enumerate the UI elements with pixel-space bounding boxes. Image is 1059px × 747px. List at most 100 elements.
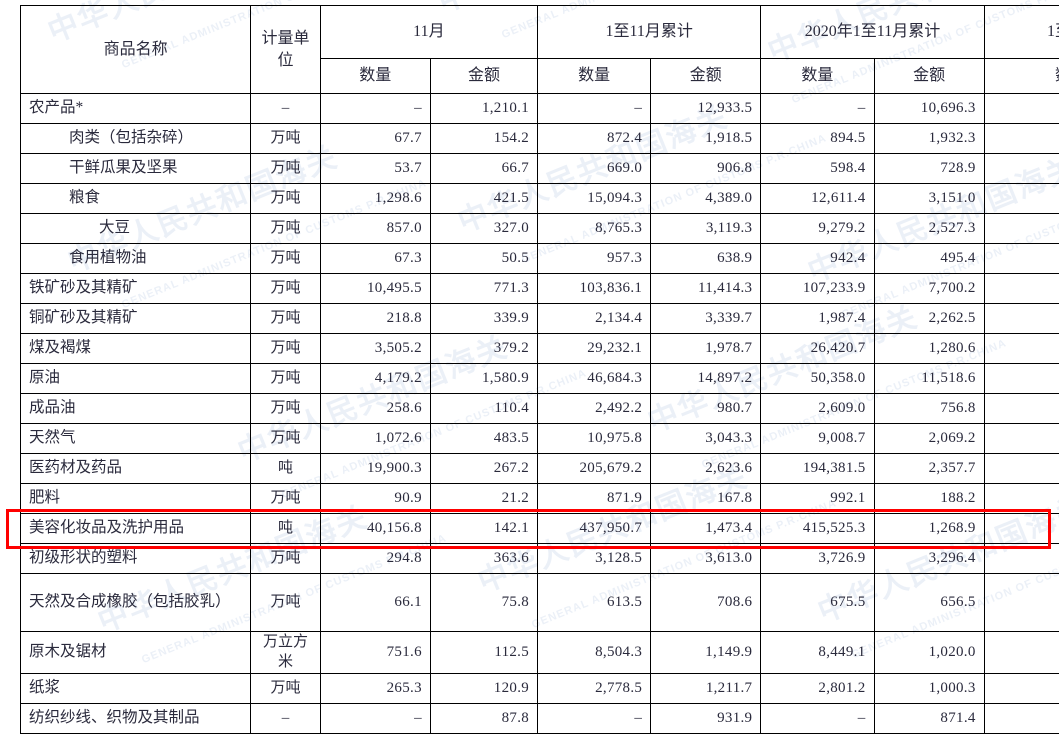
cell-cum-amount: 1,978.7 xyxy=(650,333,762,364)
table-row: 粮食 万吨 1,298.6 421.5 15,094.3 4,389.0 12,611.4 3… xyxy=(19,183,1059,214)
cell-next-column-cut xyxy=(983,273,1059,304)
header-group-cumulative: 1至11月累计 xyxy=(537,5,762,59)
cell-unit: 万吨 xyxy=(250,213,321,244)
cell-nov-amount: 363.6 xyxy=(429,543,539,574)
cell-nov-qty: 90.9 xyxy=(319,483,431,514)
cell-py-qty: 1,987.4 xyxy=(760,303,875,334)
table-row: 食用植物油 万吨 67.3 50.5 957.3 638.9 942.4 495.4 xyxy=(19,243,1059,274)
cell-cum-amount: 12,933.5 xyxy=(650,93,762,124)
cell-commodity-name: 食用植物油 xyxy=(19,243,252,274)
cell-commodity-name: 美容化妆品及洗护用品 xyxy=(19,513,252,544)
cell-nov-amount: 154.2 xyxy=(429,123,539,154)
cell-py-qty: 2,801.2 xyxy=(760,672,875,704)
cell-nov-amount: 771.3 xyxy=(429,273,539,304)
cell-cum-qty: 872.4 xyxy=(537,123,652,154)
header-group-next-cut: 1至 xyxy=(983,5,1059,59)
cell-nov-qty: 751.6 xyxy=(319,631,431,674)
cell-py-qty: 12,611.4 xyxy=(760,183,875,214)
cell-cum-amount: 1,149.9 xyxy=(650,631,762,674)
cell-py-amount: 2,262.5 xyxy=(873,303,985,334)
cell-next-column-cut xyxy=(983,573,1059,632)
cell-unit: 万吨 xyxy=(250,333,321,364)
cell-next-column-cut xyxy=(983,631,1059,674)
cell-py-amount: 1,268.9 xyxy=(873,513,985,544)
cell-py-amount: 1,000.3 xyxy=(873,672,985,704)
cell-py-amount: 188.2 xyxy=(873,483,985,514)
cell-py-amount: 871.4 xyxy=(873,702,985,734)
cell-next-column-cut xyxy=(983,183,1059,214)
cell-cum-qty: 10,975.8 xyxy=(537,423,652,454)
cell-unit: 万吨 xyxy=(250,303,321,334)
cell-py-amount: 495.4 xyxy=(873,243,985,274)
table-row: 纺织纱线、织物及其制品 – –87.8–931.9–871.4 xyxy=(19,702,1059,734)
cell-next-column-cut xyxy=(983,453,1059,484)
cell-unit: 万吨 xyxy=(250,363,321,394)
cell-cum-amount: 980.7 xyxy=(650,393,762,424)
table-row: 肉类（包括杂碎） 万吨 67.7 154.2 872.4 1,918.5 894.5 1,93… xyxy=(19,123,1059,154)
header-next-qty-cut: 数 xyxy=(983,58,1059,94)
cell-nov-qty: 66.1 xyxy=(319,573,431,632)
cell-next-column-cut xyxy=(983,303,1059,334)
table-row: 天然及合成橡胶（包括胶乳） 万吨 66.1 75.8 613.5 708.6 675.5 65… xyxy=(19,573,1059,632)
cell-unit: – xyxy=(250,702,321,734)
cell-next-column-cut xyxy=(983,93,1059,124)
cell-next-column-cut xyxy=(983,363,1059,394)
cell-py-qty: – xyxy=(760,702,875,734)
cell-nov-qty: 53.7 xyxy=(319,153,431,184)
header-row-groups: 商品名称 计量单位 11月 1至11月累计 2020年1至11月累计 1至 xyxy=(19,5,1059,94)
table-row: 铜矿砂及其精矿 万吨 218.8 339.9 2,134.4 3,339.7 1,987.4… xyxy=(19,303,1059,334)
cell-next-column-cut xyxy=(983,213,1059,244)
cell-cum-qty: 613.5 xyxy=(537,573,652,632)
cell-commodity-name: 原油 xyxy=(19,363,252,394)
cell-next-column-cut xyxy=(983,483,1059,514)
cell-next-column-cut xyxy=(983,243,1059,274)
cell-cum-amount: 638.9 xyxy=(650,243,762,274)
cell-cum-qty: 29,232.1 xyxy=(537,333,652,364)
cell-py-qty: 26,420.7 xyxy=(760,333,875,364)
table-row: 大豆 万吨 857.0 327.0 8,765.3 3,119.3 9,279.2 2,527… xyxy=(19,213,1059,244)
header-unit: 计量单位 xyxy=(250,5,321,94)
header-commodity-name: 商品名称 xyxy=(19,5,252,94)
header-group-prior-year: 2020年1至11月累计 xyxy=(760,5,985,59)
cell-cum-qty: 205,679.2 xyxy=(537,453,652,484)
cell-nov-amount: 379.2 xyxy=(429,333,539,364)
cell-unit: 万吨 xyxy=(250,393,321,424)
cell-cum-amount: 1,918.5 xyxy=(650,123,762,154)
cell-unit: 万吨 xyxy=(250,183,321,214)
cell-cum-qty: 2,778.5 xyxy=(537,672,652,704)
cell-nov-qty: 1,298.6 xyxy=(319,183,431,214)
cell-nov-qty: – xyxy=(319,93,431,124)
cell-nov-qty: 265.3 xyxy=(319,672,431,704)
cell-commodity-name: 铜矿砂及其精矿 xyxy=(19,303,252,334)
table-row: 美容化妆品及洗护用品吨 40,156.8 142.1 437,950.7 1,473.4… xyxy=(19,513,1059,544)
cell-cum-amount: 3,613.0 xyxy=(650,543,762,574)
table-row: 天然气 万吨 1,072.6 483.5 10,975.8 3,043.3 9,008.7 2… xyxy=(19,423,1059,454)
cell-nov-amount: 142.1 xyxy=(429,513,539,544)
cell-py-qty: 2,609.0 xyxy=(760,393,875,424)
cell-commodity-name: 铁矿砂及其精矿 xyxy=(19,273,252,304)
cell-next-column-cut xyxy=(983,702,1059,734)
cell-cum-amount: 931.9 xyxy=(650,702,762,734)
cell-commodity-name: 初级形状的塑料 xyxy=(19,543,252,574)
cell-nov-amount: 1,580.9 xyxy=(429,363,539,394)
table-body: 农产品* – –1,210.1–12,933.5–10,696.3 肉类（包括杂碎）万… xyxy=(19,93,1059,734)
cell-py-qty: 894.5 xyxy=(760,123,875,154)
cell-cum-amount: 3,339.7 xyxy=(650,303,762,334)
cell-cum-amount: 906.8 xyxy=(650,153,762,184)
table-row: 纸浆 万吨 265.3 120.9 2,778.5 1,211.7 2,801.2 1,000… xyxy=(19,672,1059,704)
table-row: 原木及锯材 万立方米 751.6 112.5 8,504.3 1,149.9 8,449.1… xyxy=(19,631,1059,674)
cell-py-amount: 728.9 xyxy=(873,153,985,184)
cell-cum-amount: 4,389.0 xyxy=(650,183,762,214)
cell-unit: 万吨 xyxy=(250,423,321,454)
cell-commodity-name: 天然及合成橡胶（包括胶乳） xyxy=(19,573,252,632)
cell-cum-qty: 2,134.4 xyxy=(537,303,652,334)
cell-py-qty: 107,233.9 xyxy=(760,273,875,304)
header-cum-qty: 数量 xyxy=(537,58,652,94)
cell-nov-amount: 50.5 xyxy=(429,243,539,274)
cell-cum-amount: 11,414.3 xyxy=(650,273,762,304)
header-nov-amount: 金额 xyxy=(429,58,539,94)
cell-py-qty: 598.4 xyxy=(760,153,875,184)
cell-next-column-cut xyxy=(983,513,1059,544)
header-py-amount: 金额 xyxy=(873,58,985,94)
cell-py-amount: 1,932.3 xyxy=(873,123,985,154)
